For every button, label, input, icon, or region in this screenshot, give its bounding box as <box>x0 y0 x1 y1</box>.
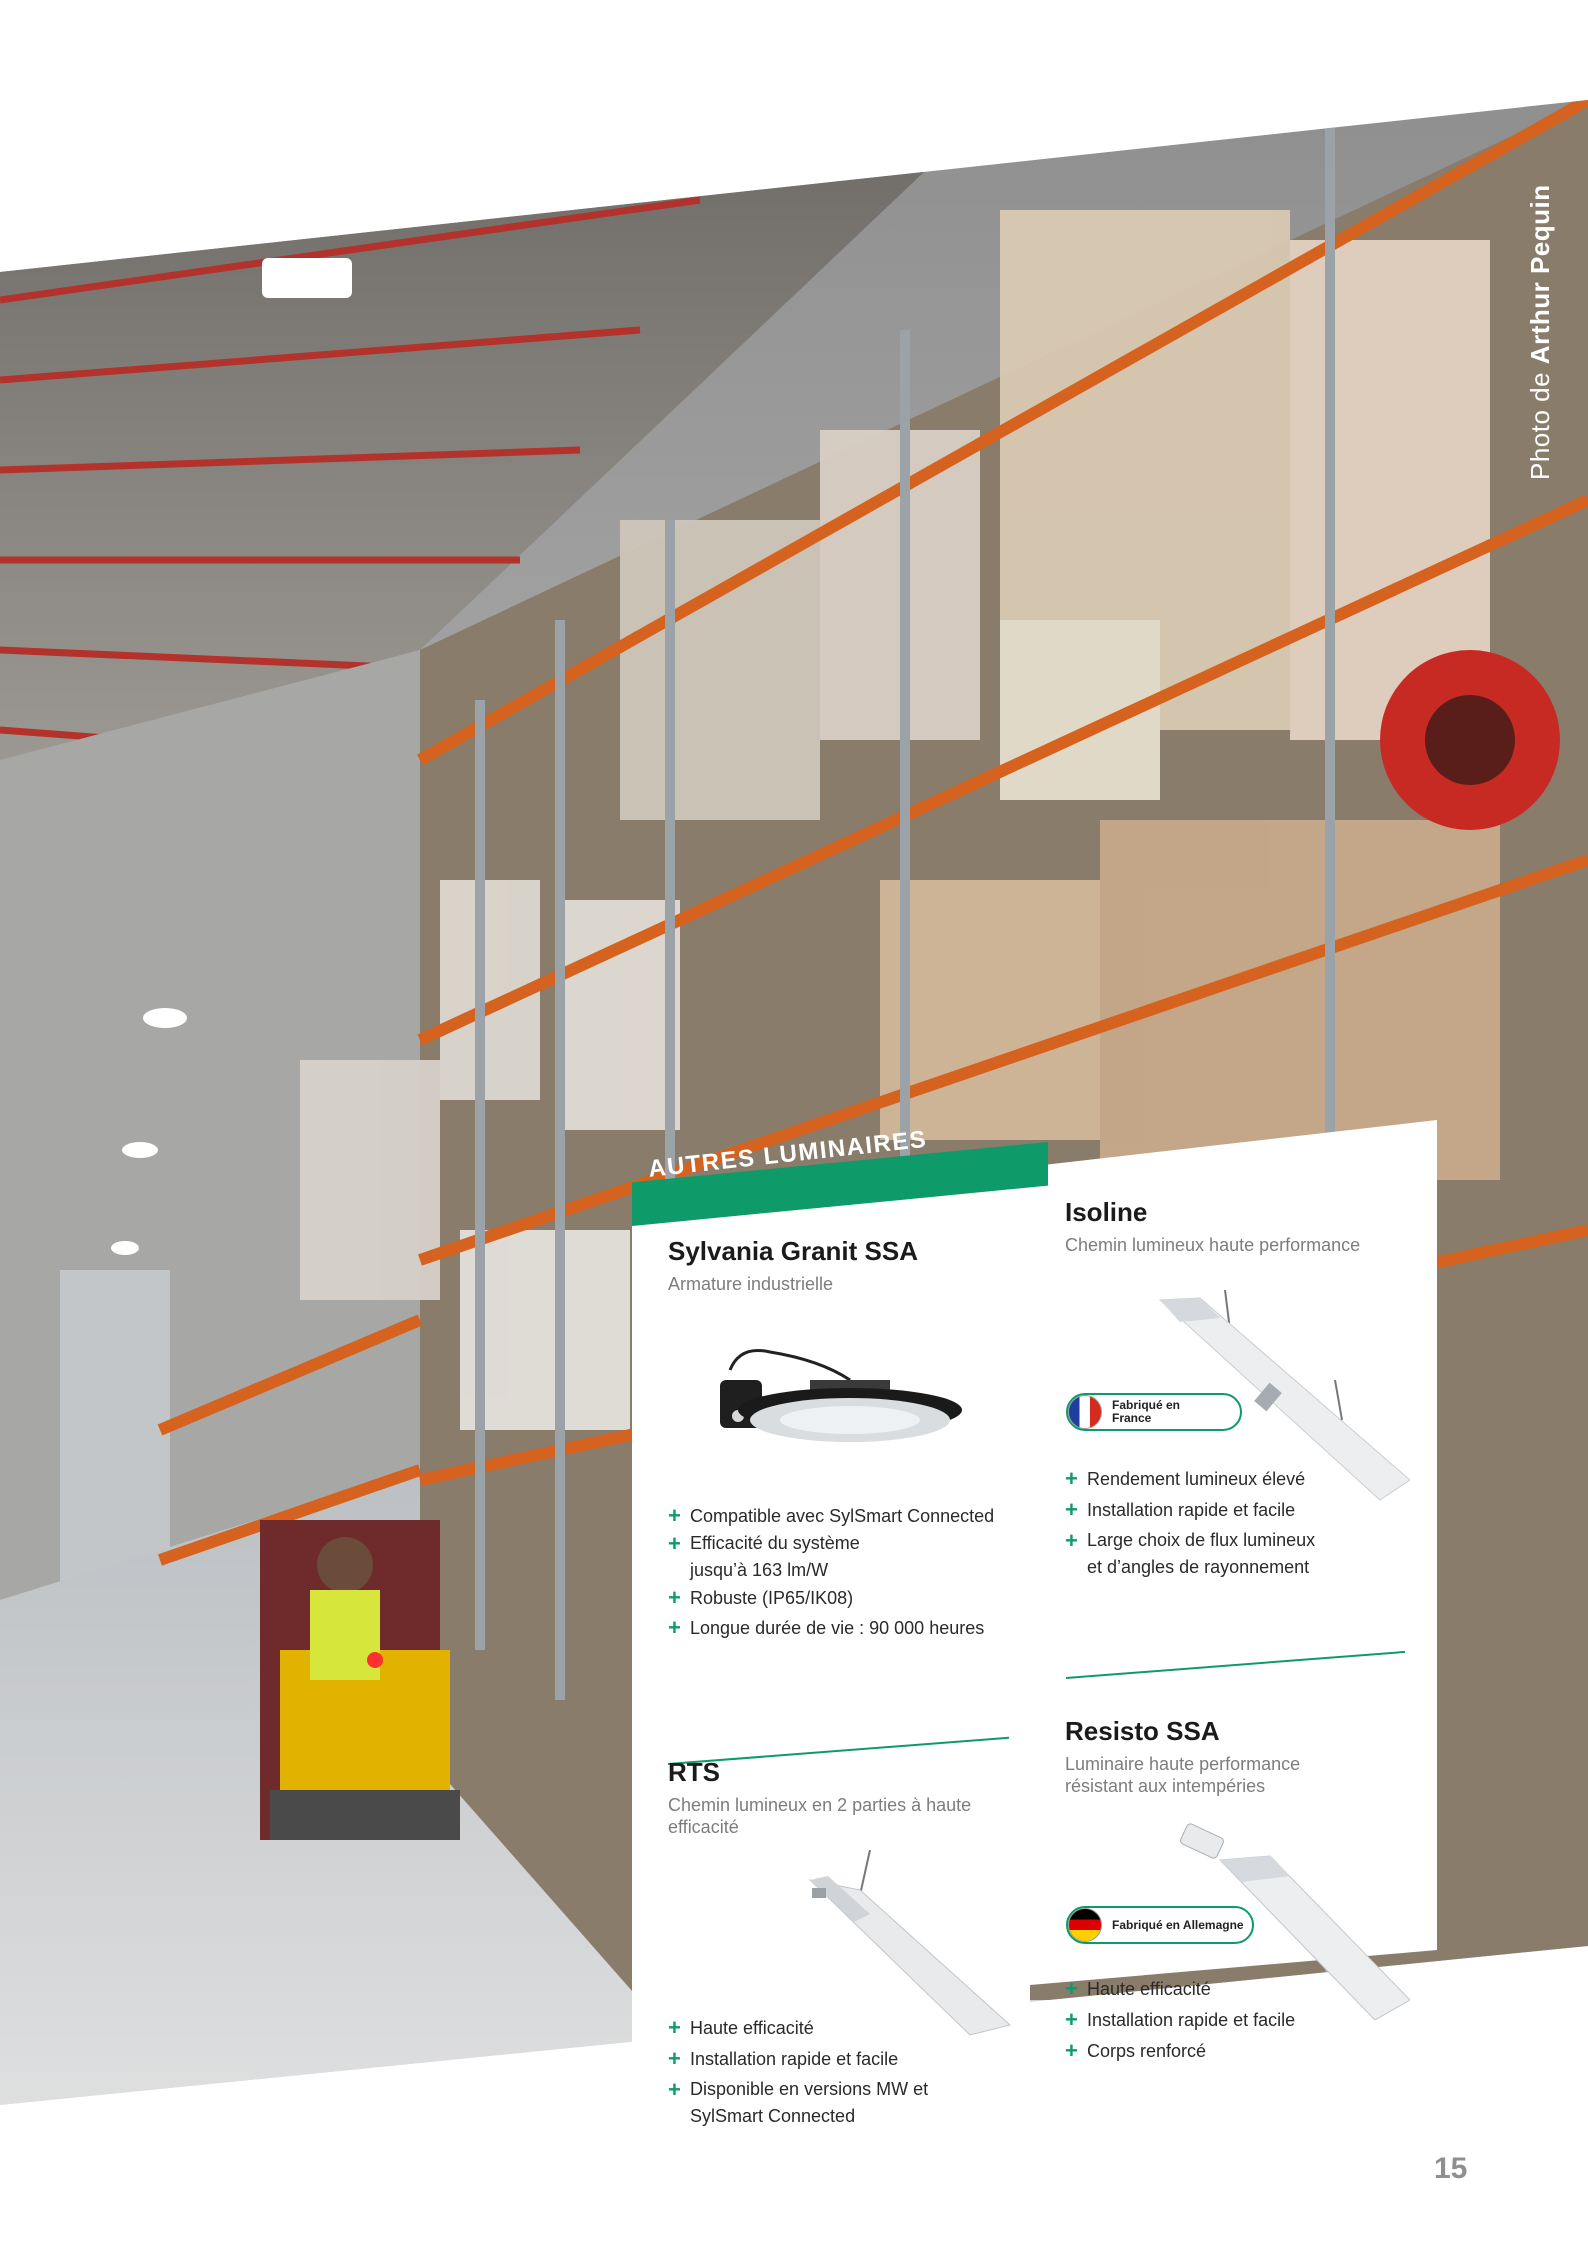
feature-text: Compatible avec SylSmart Connected <box>690 1506 995 1526</box>
feature-text: Haute efficacité <box>690 2018 814 2038</box>
feature-text: Installation rapide et facile <box>690 2049 899 2069</box>
feature-text: Robuste (IP65/IK08) <box>690 1588 854 1608</box>
plus-icon: + <box>668 2077 681 2102</box>
feature-item: + Haute efficacité <box>668 2014 968 2042</box>
feature-list-rts: + Haute efficacité + Installation rapide e… <box>668 2014 968 2130</box>
made-in-france-badge: Fabriqué en France <box>1066 1393 1242 1431</box>
product-name-resisto: Resisto SSA <box>1065 1716 1220 1746</box>
plus-icon: + <box>668 1615 681 1640</box>
feature-text: Large choix de flux lumineux et d’angles… <box>1087 1530 1316 1577</box>
product-name-rts: RTS <box>668 1757 720 1787</box>
feature-list-granit: + Compatible avec SylSmart Connected + Eff… <box>668 1502 1008 1642</box>
feature-text: Rendement lumineux élevé <box>1087 1469 1306 1489</box>
germany-flag-icon <box>1068 1908 1102 1942</box>
photo-credit: Photo de Arthur Pequin <box>1525 184 1556 480</box>
feature-item: + Robuste (IP65/IK08) <box>668 1584 1008 1612</box>
feature-item: + Longue durée de vie : 90 000 heures <box>668 1614 1008 1642</box>
feature-text: Installation rapide et facile <box>1087 1500 1296 1520</box>
feature-item: + Large choix de flux lumineux et d’angle… <box>1065 1527 1365 1581</box>
plus-icon: + <box>1065 2007 1078 2032</box>
badge-label: Fabriqué en Allemagne <box>1112 1917 1244 1932</box>
feature-item: + Rendement lumineux élevé <box>1065 1465 1365 1493</box>
highbay-luminaire-image <box>720 1349 962 1442</box>
product-name-granit: Sylvania Granit SSA <box>668 1236 918 1266</box>
feature-item: + Corps renforcé <box>1065 2037 1365 2065</box>
feature-item: + Efficacité du système jusqu’à 163 lm/W <box>668 1530 1008 1584</box>
product-subtitle-rts: Chemin lumineux en 2 parties à haute eff… <box>668 1795 972 1837</box>
product-subtitle-resisto: Luminaire haute performance résistant au… <box>1065 1754 1301 1796</box>
plus-icon: + <box>1065 1497 1078 1522</box>
feature-item: + Installation rapide et facile <box>1065 2006 1365 2034</box>
feature-item: + Disponible en versions MW et SylSmart C… <box>668 2076 968 2130</box>
product-subtitle-granit: Armature industrielle <box>668 1274 834 1294</box>
feature-text: Efficacité du système jusqu’à 163 lm/W <box>690 1533 860 1580</box>
plus-icon: + <box>1065 2038 1078 2063</box>
plus-icon: + <box>668 2046 681 2071</box>
plus-icon: + <box>668 1531 681 1556</box>
plus-icon: + <box>1065 1528 1078 1553</box>
feature-text: Corps renforcé <box>1087 2041 1207 2061</box>
feature-text: Longue durée de vie : 90 000 heures <box>690 1618 985 1638</box>
feature-text: Haute efficacité <box>1087 1979 1211 1999</box>
plus-icon: + <box>668 1585 681 1610</box>
feature-item: + Installation rapide et facile <box>1065 1496 1365 1524</box>
product-subtitle-isoline: Chemin lumineux haute performance <box>1065 1235 1361 1255</box>
plus-icon: + <box>1065 1976 1078 2001</box>
photo-credit-prefix: Photo de <box>1525 364 1555 480</box>
photo-credit-name: Arthur Pequin <box>1525 184 1555 365</box>
plus-icon: + <box>668 2015 681 2040</box>
feature-text: Installation rapide et facile <box>1087 2010 1296 2030</box>
made-in-germany-badge: Fabriqué en Allemagne <box>1066 1906 1254 1944</box>
france-flag-icon <box>1068 1395 1102 1429</box>
feature-text: Disponible en versions MW et SylSmart Co… <box>690 2079 929 2126</box>
product-name-isoline: Isoline <box>1065 1197 1148 1227</box>
feature-list-isoline: + Rendement lumineux élevé + Installation … <box>1065 1465 1365 1581</box>
plus-icon: + <box>668 1503 681 1528</box>
page-number: 15 <box>1434 2152 1468 2185</box>
feature-list-resisto: + Haute efficacité + Installation rapide e… <box>1065 1975 1365 2065</box>
badge-label: Fabriqué en France <box>1112 1398 1181 1425</box>
feature-item: + Compatible avec SylSmart Connected <box>668 1502 1008 1530</box>
plus-icon: + <box>1065 1466 1078 1491</box>
feature-item: + Haute efficacité <box>1065 1975 1365 2003</box>
feature-item: + Installation rapide et facile <box>668 2045 968 2073</box>
